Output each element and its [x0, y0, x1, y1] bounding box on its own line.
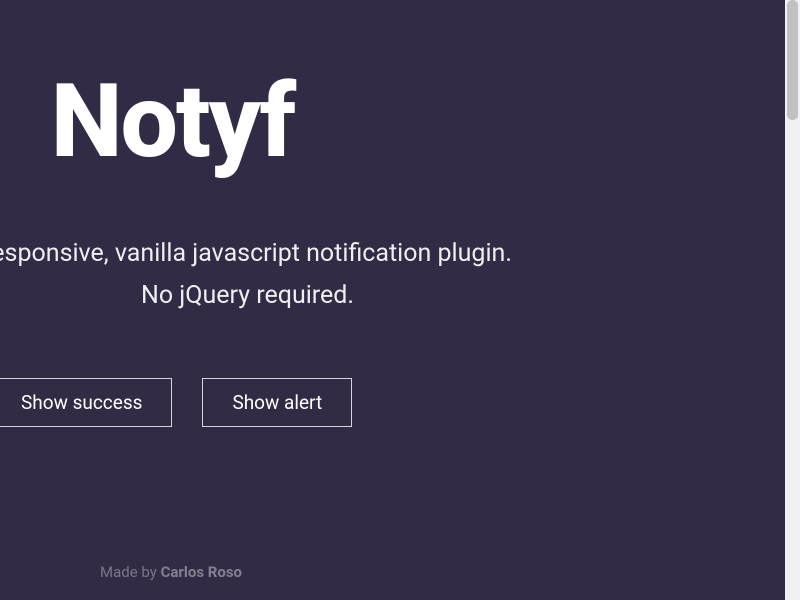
show-success-button[interactable]: Show success [0, 378, 172, 427]
scrollbar-track[interactable] [785, 0, 800, 600]
tagline-line2: No jQuery required. [0, 276, 785, 316]
footer-author-link[interactable]: Carlos Roso [161, 563, 242, 581]
footer-prefix: Made by [100, 563, 161, 581]
footer: Made by Carlos Roso [100, 563, 242, 581]
main-content: Notyf responsive, vanilla javascript not… [0, 0, 785, 427]
tagline: responsive, vanilla javascript notificat… [0, 234, 785, 316]
tagline-line1: responsive, vanilla javascript notificat… [0, 239, 512, 268]
scrollbar-thumb[interactable] [787, 0, 798, 120]
page-title: Notyf [0, 70, 785, 172]
show-alert-button[interactable]: Show alert [202, 378, 352, 427]
button-group: Show success Show alert [0, 378, 785, 427]
